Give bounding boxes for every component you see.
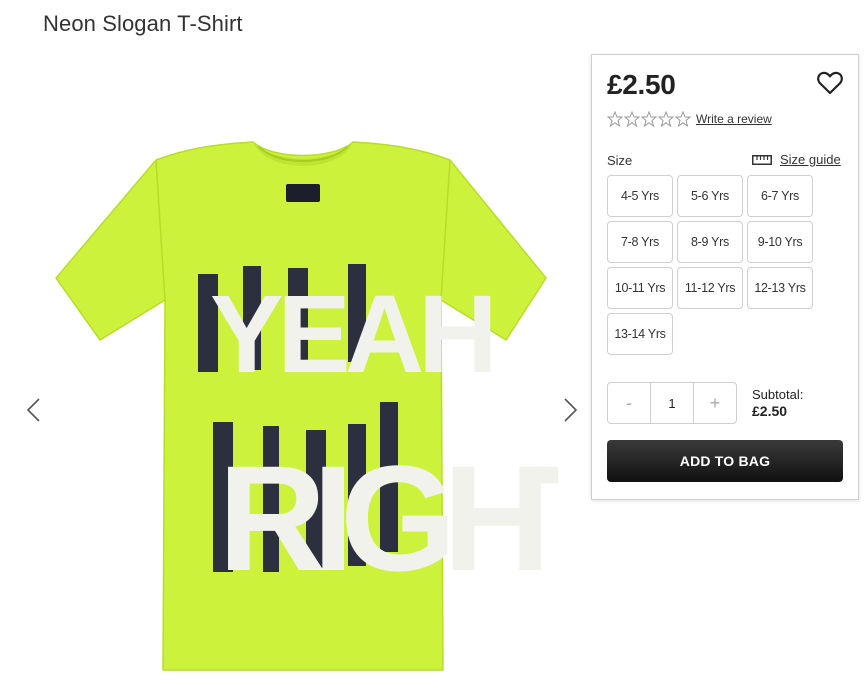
size-option-11-12[interactable]: 11-12 Yrs	[677, 267, 743, 309]
subtotal-label: Subtotal:	[752, 387, 804, 402]
product-image: YEAH RIGHT!	[48, 140, 558, 680]
rating-row: Write a review	[607, 111, 772, 127]
subtotal: Subtotal: £2.50	[752, 386, 803, 420]
star-outline-icon	[607, 111, 623, 127]
buy-box: £2.50 Write a review Size Size guide 4-5…	[591, 54, 859, 500]
star-outline-icon	[624, 111, 640, 127]
star-outline-icon	[675, 111, 691, 127]
ruler-icon	[752, 154, 772, 165]
brand-label	[286, 184, 320, 202]
svg-text:RIGHT!: RIGHT!	[218, 434, 558, 602]
size-option-12-13[interactable]: 12-13 Yrs	[747, 267, 813, 309]
quantity-increase-button[interactable]: +	[694, 383, 736, 423]
page-title: Neon Slogan T-Shirt	[43, 11, 243, 36]
size-option-5-6[interactable]: 5-6 Yrs	[677, 175, 743, 217]
price: £2.50	[607, 69, 676, 100]
star-outline-icon	[641, 111, 657, 127]
size-option-6-7[interactable]: 6-7 Yrs	[747, 175, 813, 217]
size-option-4-5[interactable]: 4-5 Yrs	[607, 175, 673, 217]
size-option-9-10[interactable]: 9-10 Yrs	[747, 221, 813, 263]
write-review-link[interactable]: Write a review	[696, 112, 772, 126]
size-label: Size	[607, 153, 633, 168]
t-shirt-illustration: YEAH RIGHT!	[55, 141, 558, 671]
size-guide-link[interactable]: Size guide	[752, 152, 841, 167]
star-rating	[607, 111, 691, 127]
add-to-bag-button[interactable]: ADD TO BAG	[607, 440, 843, 482]
quantity-stepper: - 1 +	[607, 382, 737, 424]
svg-text:YEAH: YEAH	[210, 273, 492, 396]
size-guide-label: Size guide	[780, 152, 841, 167]
star-outline-icon	[658, 111, 674, 127]
size-option-7-8[interactable]: 7-8 Yrs	[607, 221, 673, 263]
size-option-10-11[interactable]: 10-11 Yrs	[607, 267, 673, 309]
heart-icon[interactable]	[817, 71, 843, 95]
size-option-8-9[interactable]: 8-9 Yrs	[677, 221, 743, 263]
chevron-left-icon[interactable]	[25, 395, 43, 425]
subtotal-value: £2.50	[752, 403, 788, 419]
chevron-right-icon[interactable]	[561, 395, 579, 425]
quantity-decrease-button[interactable]: -	[608, 383, 650, 423]
size-option-13-14[interactable]: 13-14 Yrs	[607, 313, 673, 355]
quantity-input[interactable]: 1	[650, 383, 694, 423]
